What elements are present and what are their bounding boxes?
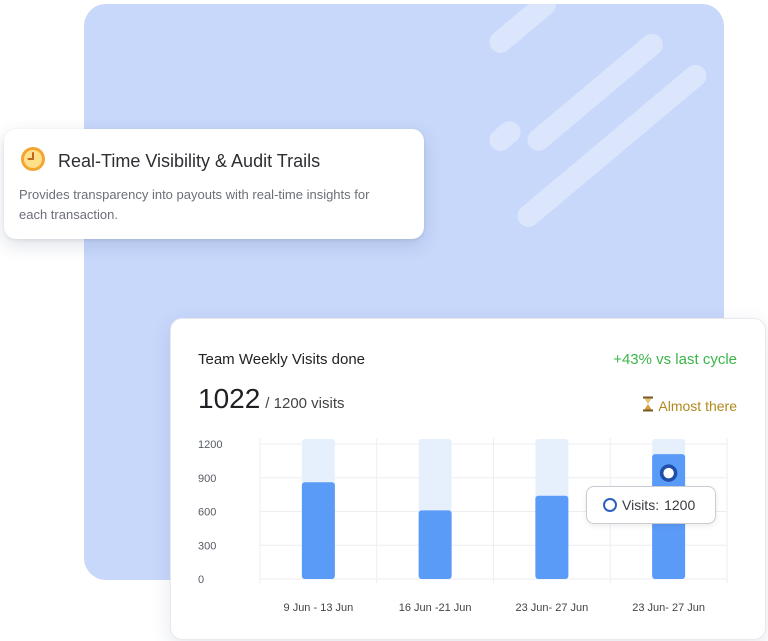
y-tick-label: 0 <box>198 574 204 586</box>
y-tick-label: 900 <box>198 473 216 485</box>
decor-stripe <box>522 29 668 156</box>
x-tick-label: 23 Jun- 27 Jun <box>632 602 705 614</box>
active-point-marker[interactable] <box>659 464 678 482</box>
decor-stripe <box>484 4 561 58</box>
series-marker-icon <box>603 498 617 512</box>
tooltip-value: 1200 <box>664 497 696 513</box>
decor-stripe <box>484 116 526 156</box>
y-tick-label: 1200 <box>198 439 222 451</box>
x-tick-label: 9 Jun - 13 Jun <box>284 602 354 614</box>
chart-tooltip: Visits: 1200 <box>586 486 716 524</box>
weekly-visits-chart: 1200 900 600 300 0 9 Jun - 13 Jun 16 Jun -21 J… <box>198 438 728 614</box>
bar[interactable] <box>301 482 335 579</box>
clock-icon <box>20 146 46 177</box>
y-tick-label: 600 <box>198 507 216 519</box>
tooltip-label: Visits: <box>622 497 660 513</box>
x-tick-label: 16 Jun -21 Jun <box>399 602 472 614</box>
feature-title: Real-Time Visibility & Audit Trails <box>58 151 321 171</box>
feature-description: Provides transparency into payouts with … <box>19 187 370 222</box>
visits-chart-card: Team Weekly Visits done +43% vs last cyc… <box>170 318 766 640</box>
feature-card: Real-Time Visibility & Audit Trails Prov… <box>4 129 424 239</box>
x-tick-label: 23 Jun- 27 Jun <box>515 602 588 614</box>
y-tick-label: 300 <box>198 540 216 552</box>
bar[interactable] <box>418 510 452 579</box>
bar[interactable] <box>535 495 569 579</box>
